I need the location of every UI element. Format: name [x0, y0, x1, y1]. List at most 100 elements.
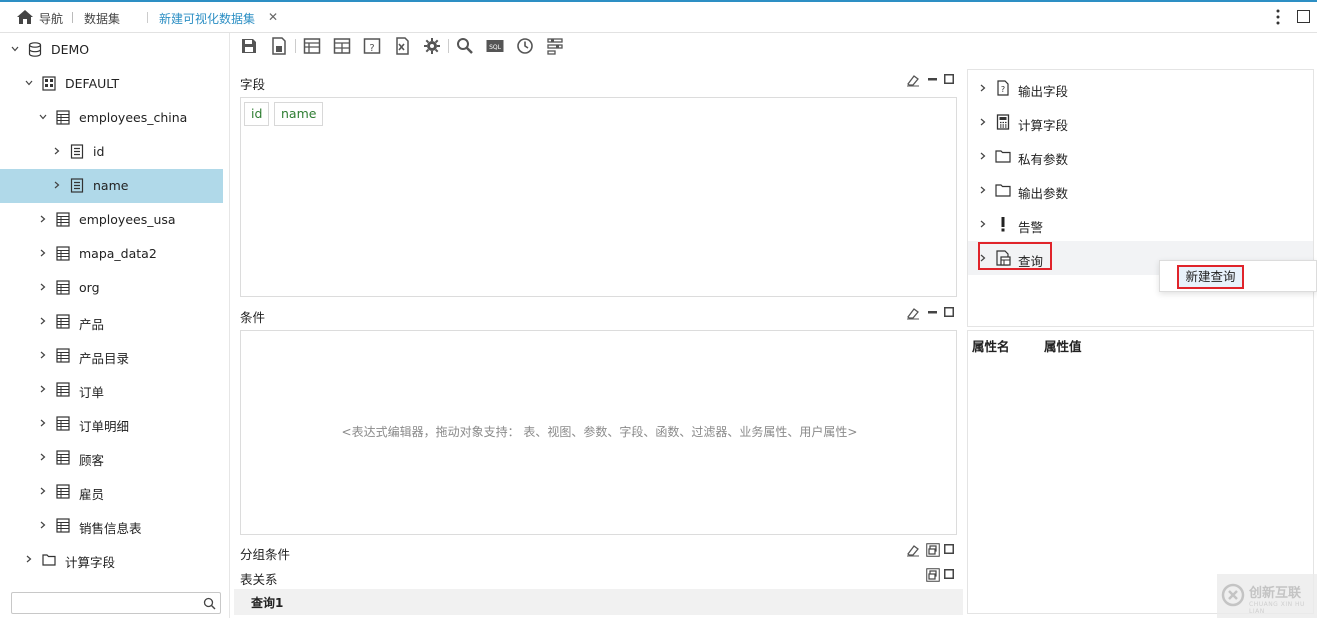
tree-item-label: name: [93, 178, 129, 193]
new-query-menu-item[interactable]: 新建查询: [1177, 265, 1244, 289]
tree-item-employees-usa[interactable]: employees_usa: [0, 203, 223, 237]
tree-item-sales-info[interactable]: 销售信息表: [0, 509, 223, 543]
chevron-right-icon[interactable]: [39, 317, 47, 325]
save-icon[interactable]: [240, 37, 258, 55]
chevron-right-icon[interactable]: [39, 521, 47, 529]
gear-icon[interactable]: [423, 37, 441, 55]
tab-new-visual-dataset[interactable]: 新建可视化数据集: [159, 10, 255, 27]
context-menu: 新建查询: [1159, 260, 1317, 292]
relations-tab-strip: 查询1: [234, 589, 963, 615]
clock-icon[interactable]: [516, 37, 534, 55]
tree-item-employees-china[interactable]: employees_china: [0, 101, 223, 135]
search-icon[interactable]: [203, 597, 216, 610]
close-icon[interactable]: ✕: [268, 10, 278, 24]
minimize-icon[interactable]: [928, 78, 937, 81]
chevron-right-icon[interactable]: [39, 283, 47, 291]
tree-item-label: 销售信息表: [79, 521, 142, 536]
svg-text:?: ?: [369, 43, 374, 54]
chevron-right-icon[interactable]: [39, 249, 47, 257]
resource-item-private-params[interactable]: 私有参数: [968, 139, 1313, 173]
tree-item-default[interactable]: DEFAULT: [0, 67, 223, 101]
search-icon[interactable]: [456, 37, 474, 55]
tree-item-demo[interactable]: DEMO: [0, 33, 223, 67]
property-value-header: 属性值: [1044, 339, 1082, 354]
sql-icon[interactable]: SQL: [486, 37, 504, 55]
resource-item-calculated-fields[interactable]: 计算字段: [968, 105, 1313, 139]
tree-item-employees[interactable]: 雇员: [0, 475, 223, 509]
resource-item-output-params[interactable]: 输出参数: [968, 173, 1313, 207]
chevron-right-icon[interactable]: [979, 118, 987, 126]
eraser-icon[interactable]: [906, 73, 920, 87]
tree-item-name[interactable]: name: [0, 169, 223, 203]
table-icon: [56, 280, 70, 295]
tree-item-label: id: [93, 144, 105, 159]
fields-section-title: 字段: [240, 77, 266, 92]
restore-icon[interactable]: [926, 543, 940, 557]
conditions-panel-controls: [906, 306, 956, 320]
table-view-icon[interactable]: [333, 37, 351, 55]
chevron-right-icon[interactable]: [53, 181, 61, 189]
chevron-right-icon[interactable]: [39, 453, 47, 461]
chevron-right-icon[interactable]: [39, 215, 47, 223]
watermark-subtext: CHUANG XIN HU LIAN: [1249, 601, 1305, 615]
chevron-right-icon[interactable]: [979, 84, 987, 92]
save-as-icon[interactable]: [270, 37, 288, 55]
calculator-icon: [996, 114, 1010, 130]
tab-query1[interactable]: 查询1: [251, 594, 283, 611]
tree-item-org[interactable]: org: [0, 271, 223, 305]
data-preview-icon[interactable]: [303, 37, 321, 55]
tree-item-label: employees_china: [79, 110, 188, 125]
tree-item-id[interactable]: id: [0, 135, 223, 169]
chevron-right-icon[interactable]: [979, 186, 987, 194]
tree-item-calculated-fields[interactable]: 计算字段: [0, 543, 223, 577]
toolbar-divider: [448, 39, 449, 53]
tree-item-orders[interactable]: 订单: [0, 373, 223, 407]
tree-item-order-details[interactable]: 订单明细: [0, 407, 223, 441]
watermark-logo: 创新互联 CHUANG XIN HU LIAN: [1217, 574, 1317, 618]
field-chip-name[interactable]: name: [274, 102, 324, 126]
chevron-right-icon[interactable]: [39, 419, 47, 427]
chevron-down-icon[interactable]: [11, 45, 19, 53]
tree-item-mapa-data2[interactable]: mapa_data2: [0, 237, 223, 271]
resource-item-output-fields[interactable]: ? 输出字段: [968, 71, 1313, 105]
tree-item-products[interactable]: 产品: [0, 305, 223, 339]
chevron-right-icon[interactable]: [25, 555, 33, 563]
chevron-down-icon[interactable]: [39, 113, 47, 121]
field-chip-id[interactable]: id: [244, 102, 270, 126]
group-section-title: 分组条件: [240, 547, 291, 562]
export-excel-icon[interactable]: [393, 37, 411, 55]
schema-icon: [42, 76, 56, 91]
home-icon[interactable]: [17, 10, 33, 24]
eraser-icon[interactable]: [906, 543, 920, 557]
tab-dataset[interactable]: 数据集: [84, 10, 120, 27]
maximize-icon[interactable]: [944, 74, 954, 84]
maximize-icon[interactable]: [944, 569, 954, 579]
chevron-right-icon[interactable]: [39, 351, 47, 359]
help-table-icon[interactable]: ?: [363, 37, 381, 55]
maximize-icon[interactable]: [1297, 10, 1310, 23]
tab-divider: [147, 12, 148, 23]
maximize-icon[interactable]: [944, 544, 954, 554]
maximize-icon[interactable]: [944, 307, 954, 317]
tree-item-label: mapa_data2: [79, 246, 157, 261]
minimize-icon[interactable]: [928, 311, 937, 314]
chevron-right-icon[interactable]: [979, 152, 987, 160]
more-vertical-icon[interactable]: [1271, 8, 1285, 26]
filter-settings-icon[interactable]: [546, 37, 564, 55]
chevron-right-icon[interactable]: [39, 487, 47, 495]
table-icon: [56, 348, 70, 363]
chevron-right-icon[interactable]: [39, 385, 47, 393]
tab-nav[interactable]: 导航: [39, 10, 63, 27]
chevron-right-icon[interactable]: [53, 147, 61, 155]
tree-search-input[interactable]: [11, 592, 221, 614]
chevron-down-icon[interactable]: [25, 79, 33, 87]
svg-text:SQL: SQL: [489, 44, 502, 51]
tree-item-product-catalog[interactable]: 产品目录: [0, 339, 223, 373]
chevron-right-icon[interactable]: [979, 220, 987, 228]
tree-item-customers[interactable]: 顾客: [0, 441, 223, 475]
fields-panel[interactable]: id name: [240, 97, 957, 297]
conditions-expression-editor[interactable]: <表达式编辑器，拖动对象支持： 表、视图、参数、字段、函数、过滤器、业务属性、用…: [240, 330, 957, 535]
restore-icon[interactable]: [926, 568, 940, 582]
resource-item-alerts[interactable]: 告警: [968, 207, 1313, 241]
eraser-icon[interactable]: [906, 306, 920, 320]
